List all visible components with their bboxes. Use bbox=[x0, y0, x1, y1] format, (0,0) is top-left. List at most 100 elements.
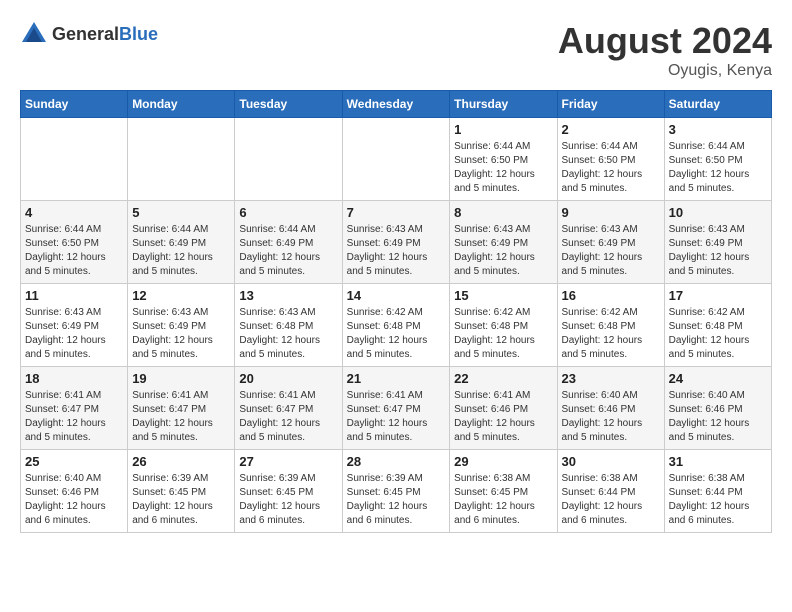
calendar-day-cell bbox=[235, 118, 342, 201]
day-info: Sunrise: 6:41 AMSunset: 6:47 PMDaylight:… bbox=[347, 389, 446, 445]
day-info: Sunrise: 6:40 AMSunset: 6:46 PMDaylight:… bbox=[25, 472, 123, 528]
day-info: Sunrise: 6:43 AMSunset: 6:49 PMDaylight:… bbox=[132, 306, 230, 362]
day-info: Sunrise: 6:41 AMSunset: 6:47 PMDaylight:… bbox=[132, 389, 230, 445]
calendar-day-cell: 10Sunrise: 6:43 AMSunset: 6:49 PMDayligh… bbox=[664, 201, 771, 284]
day-number: 27 bbox=[239, 454, 337, 469]
day-info: Sunrise: 6:42 AMSunset: 6:48 PMDaylight:… bbox=[347, 306, 446, 362]
day-info: Sunrise: 6:44 AMSunset: 6:50 PMDaylight:… bbox=[562, 140, 660, 196]
day-number: 9 bbox=[562, 205, 660, 220]
day-info: Sunrise: 6:42 AMSunset: 6:48 PMDaylight:… bbox=[669, 306, 767, 362]
calendar-day-cell: 16 Sunrise: 6:42 AMSunset: 6:48 PMDayligh… bbox=[557, 284, 664, 367]
day-info: Sunrise: 6:44 AMSunset: 6:49 PMDaylight:… bbox=[239, 223, 337, 279]
day-number: 25 bbox=[25, 454, 123, 469]
day-info: Sunrise: 6:42 AMSunset: 6:48 PMDaylight:… bbox=[454, 306, 552, 362]
day-info: Sunrise: 6:43 AMSunset: 6:48 PMDaylight:… bbox=[239, 306, 337, 362]
calendar-day-cell: 17 Sunrise: 6:42 AMSunset: 6:48 PMDayligh… bbox=[664, 284, 771, 367]
weekday-header-cell: Friday bbox=[557, 91, 664, 118]
day-number: 7 bbox=[347, 205, 446, 220]
logo-text: GeneralBlue bbox=[52, 24, 158, 45]
day-number: 31 bbox=[669, 454, 767, 469]
day-info: Sunrise: 6:41 AMSunset: 6:46 PMDaylight:… bbox=[454, 389, 552, 445]
calendar-day-cell: 26Sunrise: 6:39 AMSunset: 6:45 PMDayligh… bbox=[128, 450, 235, 533]
day-info: Sunrise: 6:43 AMSunset: 6:49 PMDaylight:… bbox=[347, 223, 446, 279]
month-year: August 2024 bbox=[558, 20, 772, 62]
day-info: Sunrise: 6:38 AMSunset: 6:44 PMDaylight:… bbox=[562, 472, 660, 528]
day-number: 2 bbox=[562, 122, 660, 137]
calendar-day-cell: 31 Sunrise: 6:38 AMSunset: 6:44 PMDayligh… bbox=[664, 450, 771, 533]
calendar-day-cell bbox=[342, 118, 450, 201]
page-header: GeneralBlue August 2024 Oyugis, Kenya bbox=[20, 20, 772, 80]
calendar-day-cell: 6Sunrise: 6:44 AMSunset: 6:49 PMDaylight… bbox=[235, 201, 342, 284]
weekday-header-row: SundayMondayTuesdayWednesdayThursdayFrid… bbox=[21, 91, 772, 118]
day-number: 8 bbox=[454, 205, 552, 220]
day-info: Sunrise: 6:40 AMSunset: 6:46 PMDaylight:… bbox=[669, 389, 767, 445]
day-info: Sunrise: 6:39 AMSunset: 6:45 PMDaylight:… bbox=[347, 472, 446, 528]
calendar-table: SundayMondayTuesdayWednesdayThursdayFrid… bbox=[20, 90, 772, 533]
calendar-day-cell bbox=[128, 118, 235, 201]
day-info: Sunrise: 6:44 AMSunset: 6:50 PMDaylight:… bbox=[454, 140, 552, 196]
location: Oyugis, Kenya bbox=[558, 62, 772, 80]
logo: GeneralBlue bbox=[20, 20, 158, 48]
calendar-day-cell: 11 Sunrise: 6:43 AMSunset: 6:49 PMDayligh… bbox=[21, 284, 128, 367]
logo-blue: Blue bbox=[119, 24, 158, 44]
calendar-day-cell: 13 Sunrise: 6:43 AMSunset: 6:48 PMDayligh… bbox=[235, 284, 342, 367]
calendar-day-cell: 28 Sunrise: 6:39 AMSunset: 6:45 PMDayligh… bbox=[342, 450, 450, 533]
weekday-header-cell: Monday bbox=[128, 91, 235, 118]
calendar-day-cell: 12 Sunrise: 6:43 AMSunset: 6:49 PMDayligh… bbox=[128, 284, 235, 367]
day-number: 30 bbox=[562, 454, 660, 469]
calendar-day-cell: 29 Sunrise: 6:38 AMSunset: 6:45 PMDayligh… bbox=[450, 450, 557, 533]
day-number: 13 bbox=[239, 288, 337, 303]
day-number: 4 bbox=[25, 205, 123, 220]
calendar-day-cell: 3Sunrise: 6:44 AMSunset: 6:50 PMDaylight… bbox=[664, 118, 771, 201]
weekday-header-cell: Sunday bbox=[21, 91, 128, 118]
calendar-day-cell bbox=[21, 118, 128, 201]
day-info: Sunrise: 6:43 AMSunset: 6:49 PMDaylight:… bbox=[25, 306, 123, 362]
calendar-body: 1 Sunrise: 6:44 AMSunset: 6:50 PMDaylight… bbox=[21, 118, 772, 533]
day-number: 26 bbox=[132, 454, 230, 469]
day-info: Sunrise: 6:43 AMSunset: 6:49 PMDaylight:… bbox=[454, 223, 552, 279]
day-number: 15 bbox=[454, 288, 552, 303]
day-info: Sunrise: 6:44 AMSunset: 6:50 PMDaylight:… bbox=[25, 223, 123, 279]
calendar-day-cell: 23 Sunrise: 6:40 AMSunset: 6:46 PMDayligh… bbox=[557, 367, 664, 450]
day-info: Sunrise: 6:41 AMSunset: 6:47 PMDaylight:… bbox=[239, 389, 337, 445]
day-number: 28 bbox=[347, 454, 446, 469]
calendar-day-cell: 21 Sunrise: 6:41 AMSunset: 6:47 PMDayligh… bbox=[342, 367, 450, 450]
day-info: Sunrise: 6:43 AMSunset: 6:49 PMDaylight:… bbox=[669, 223, 767, 279]
calendar-day-cell: 9 Sunrise: 6:43 AMSunset: 6:49 PMDaylight… bbox=[557, 201, 664, 284]
day-number: 23 bbox=[562, 371, 660, 386]
day-info: Sunrise: 6:38 AMSunset: 6:44 PMDaylight:… bbox=[669, 472, 767, 528]
day-info: Sunrise: 6:44 AMSunset: 6:50 PMDaylight:… bbox=[669, 140, 767, 196]
day-number: 19 bbox=[132, 371, 230, 386]
day-number: 17 bbox=[669, 288, 767, 303]
calendar-day-cell: 2 Sunrise: 6:44 AMSunset: 6:50 PMDaylight… bbox=[557, 118, 664, 201]
calendar-day-cell: 5Sunrise: 6:44 AMSunset: 6:49 PMDaylight… bbox=[128, 201, 235, 284]
day-number: 21 bbox=[347, 371, 446, 386]
calendar-week-row: 18 Sunrise: 6:41 AMSunset: 6:47 PMDayligh… bbox=[21, 367, 772, 450]
calendar-day-cell: 8 Sunrise: 6:43 AMSunset: 6:49 PMDaylight… bbox=[450, 201, 557, 284]
day-info: Sunrise: 6:43 AMSunset: 6:49 PMDaylight:… bbox=[562, 223, 660, 279]
day-info: Sunrise: 6:40 AMSunset: 6:46 PMDaylight:… bbox=[562, 389, 660, 445]
day-number: 18 bbox=[25, 371, 123, 386]
day-number: 29 bbox=[454, 454, 552, 469]
calendar-day-cell: 22 Sunrise: 6:41 AMSunset: 6:46 PMDayligh… bbox=[450, 367, 557, 450]
logo-general: General bbox=[52, 24, 119, 44]
day-info: Sunrise: 6:42 AMSunset: 6:48 PMDaylight:… bbox=[562, 306, 660, 362]
day-number: 1 bbox=[454, 122, 552, 137]
calendar-day-cell: 27 Sunrise: 6:39 AMSunset: 6:45 PMDayligh… bbox=[235, 450, 342, 533]
day-number: 24 bbox=[669, 371, 767, 386]
calendar-week-row: 1 Sunrise: 6:44 AMSunset: 6:50 PMDaylight… bbox=[21, 118, 772, 201]
day-number: 16 bbox=[562, 288, 660, 303]
day-number: 20 bbox=[239, 371, 337, 386]
day-info: Sunrise: 6:38 AMSunset: 6:45 PMDaylight:… bbox=[454, 472, 552, 528]
calendar-day-cell: 15 Sunrise: 6:42 AMSunset: 6:48 PMDayligh… bbox=[450, 284, 557, 367]
calendar-day-cell: 14Sunrise: 6:42 AMSunset: 6:48 PMDayligh… bbox=[342, 284, 450, 367]
calendar-day-cell: 20 Sunrise: 6:41 AMSunset: 6:47 PMDayligh… bbox=[235, 367, 342, 450]
day-number: 12 bbox=[132, 288, 230, 303]
calendar-week-row: 4 Sunrise: 6:44 AMSunset: 6:50 PMDaylight… bbox=[21, 201, 772, 284]
calendar-day-cell: 18Sunrise: 6:41 AMSunset: 6:47 PMDayligh… bbox=[21, 367, 128, 450]
day-number: 22 bbox=[454, 371, 552, 386]
calendar-day-cell: 24 Sunrise: 6:40 AMSunset: 6:46 PMDayligh… bbox=[664, 367, 771, 450]
calendar-day-cell: 25 Sunrise: 6:40 AMSunset: 6:46 PMDayligh… bbox=[21, 450, 128, 533]
day-info: Sunrise: 6:39 AMSunset: 6:45 PMDaylight:… bbox=[239, 472, 337, 528]
day-number: 11 bbox=[25, 288, 123, 303]
